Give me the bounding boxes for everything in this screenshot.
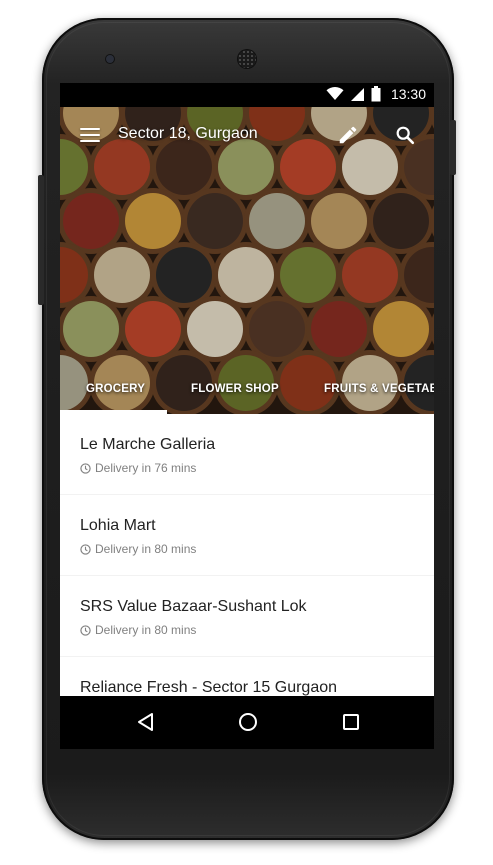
app-bar: Sector 18, Gurgaon: [60, 107, 434, 163]
store-name: SRS Value Bazaar-Sushant Lok: [80, 598, 307, 615]
status-bar: 13:30: [60, 83, 434, 107]
earpiece-speaker: [238, 50, 256, 68]
clock-icon: [80, 462, 91, 474]
clock-icon: [80, 624, 91, 636]
recents-icon[interactable]: [342, 713, 360, 731]
store-name: Lohia Mart: [80, 517, 156, 534]
delivery-time: Delivery in 80 mins: [95, 623, 197, 637]
list-item[interactable]: Reliance Fresh - Sector 15 Gurgaon: [60, 657, 434, 696]
search-icon[interactable]: [394, 124, 416, 146]
category-tabs: GROCERY FLOWER SHOP FRUITS & VEGETAB: [60, 373, 434, 414]
back-icon[interactable]: [136, 712, 156, 732]
tab-fruits-vegetables[interactable]: FRUITS & VEGETAB: [324, 383, 434, 395]
location-title[interactable]: Sector 18, Gurgaon: [118, 125, 258, 143]
front-camera: [106, 55, 114, 63]
list-item[interactable]: SRS Value Bazaar-Sushant Lok Delivery in…: [60, 576, 434, 656]
delivery-time: Delivery in 80 mins: [95, 542, 197, 556]
tab-grocery[interactable]: GROCERY: [86, 383, 145, 395]
store-name: Reliance Fresh - Sector 15 Gurgaon: [80, 679, 338, 696]
hero-banner: Sector 18, Gurgaon GROCERY FLOWER SHOP F…: [60, 107, 434, 414]
screen: 13:30 Sector 18, Gurgaon GROCERY FLOWER …: [60, 83, 434, 749]
menu-icon[interactable]: [80, 128, 100, 142]
store-list: Le Marche Galleria Delivery in 76 mins L…: [60, 414, 434, 696]
edit-icon[interactable]: [337, 124, 359, 146]
store-name: Le Marche Galleria: [80, 436, 216, 453]
power-button: [38, 175, 44, 305]
signal-icon: [350, 87, 364, 101]
wifi-icon: [326, 87, 344, 100]
clock-icon: [80, 543, 91, 555]
tab-flower-shop[interactable]: FLOWER SHOP: [191, 383, 279, 395]
navigation-bar: [60, 696, 434, 749]
home-icon[interactable]: [238, 712, 258, 732]
list-item[interactable]: Le Marche Galleria Delivery in 76 mins: [60, 414, 434, 494]
delivery-time: Delivery in 76 mins: [95, 461, 197, 475]
volume-button: [450, 120, 456, 175]
battery-icon: [371, 86, 381, 102]
status-time: 13:30: [390, 86, 426, 102]
list-item[interactable]: Lohia Mart Delivery in 80 mins: [60, 495, 434, 575]
